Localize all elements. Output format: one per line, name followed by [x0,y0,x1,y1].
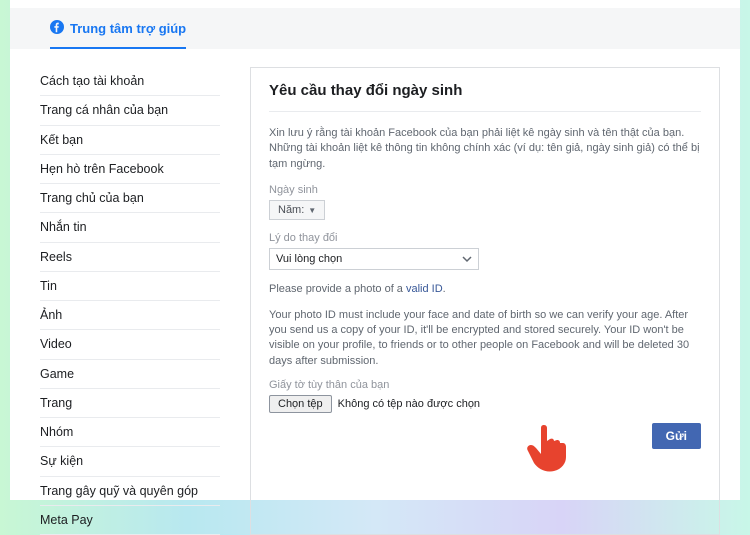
submit-button[interactable]: Gửi [652,423,701,449]
facebook-icon [50,20,64,37]
reason-label: Lý do thay đổi [269,232,701,244]
year-select[interactable]: Năm: ▼ [269,200,325,220]
sidebar-item-groups[interactable]: Nhóm [40,418,220,447]
sidebar-item-videos[interactable]: Video [40,330,220,359]
valid-id-link[interactable]: valid ID [406,283,443,295]
sidebar-item-fundraisers[interactable]: Trang gây quỹ và quyên góp [40,477,220,506]
content-panel: Yêu cầu thay đổi ngày sinh Xin lưu ý rằn… [250,67,720,535]
sidebar-item-profile[interactable]: Trang cá nhân của bạn [40,96,220,125]
sidebar: Cách tạo tài khoản Trang cá nhân của bạn… [40,67,220,535]
sidebar-item-friends[interactable]: Kết bạn [40,126,220,155]
sidebar-item-create-account[interactable]: Cách tạo tài khoản [40,67,220,96]
sidebar-item-homepage[interactable]: Trang chủ của bạn [40,184,220,213]
file-upload-row: Chọn tệp Không có tệp nào được chọn [269,395,701,413]
topbar: Trung tâm trợ giúp [10,8,740,49]
birthday-label: Ngày sinh [269,184,701,196]
id-label: Giấy tờ tùy thân của bạn [269,379,701,391]
photo-prompt: Please provide a photo of a valid ID. [269,282,701,297]
sidebar-item-pages[interactable]: Trang [40,389,220,418]
help-center-link[interactable]: Trung tâm trợ giúp [50,20,186,49]
year-select-label: Năm: [278,204,304,216]
sidebar-item-photos[interactable]: Ảnh [40,301,220,330]
reason-select[interactable]: Vui lòng chọn [269,248,479,270]
sidebar-item-reels[interactable]: Reels [40,243,220,272]
sidebar-item-meta-pay[interactable]: Meta Pay [40,506,220,535]
help-center-label: Trung tâm trợ giúp [70,21,186,36]
choose-file-button[interactable]: Chọn tệp [269,395,332,413]
sidebar-item-stories[interactable]: Tin [40,272,220,301]
file-none-text: Không có tệp nào được chọn [338,398,480,410]
page-title: Yêu cầu thay đổi ngày sinh [269,82,701,112]
sidebar-item-events[interactable]: Sự kiện [40,447,220,476]
sidebar-item-games[interactable]: Game [40,360,220,389]
chevron-down-icon: ▼ [308,206,316,215]
notice-text: Xin lưu ý rằng tài khoản Facebook của bạ… [269,126,701,172]
photo-instructions: Your photo ID must include your face and… [269,308,701,370]
sidebar-item-dating[interactable]: Hẹn hò trên Facebook [40,155,220,184]
sidebar-item-messaging[interactable]: Nhắn tin [40,213,220,242]
